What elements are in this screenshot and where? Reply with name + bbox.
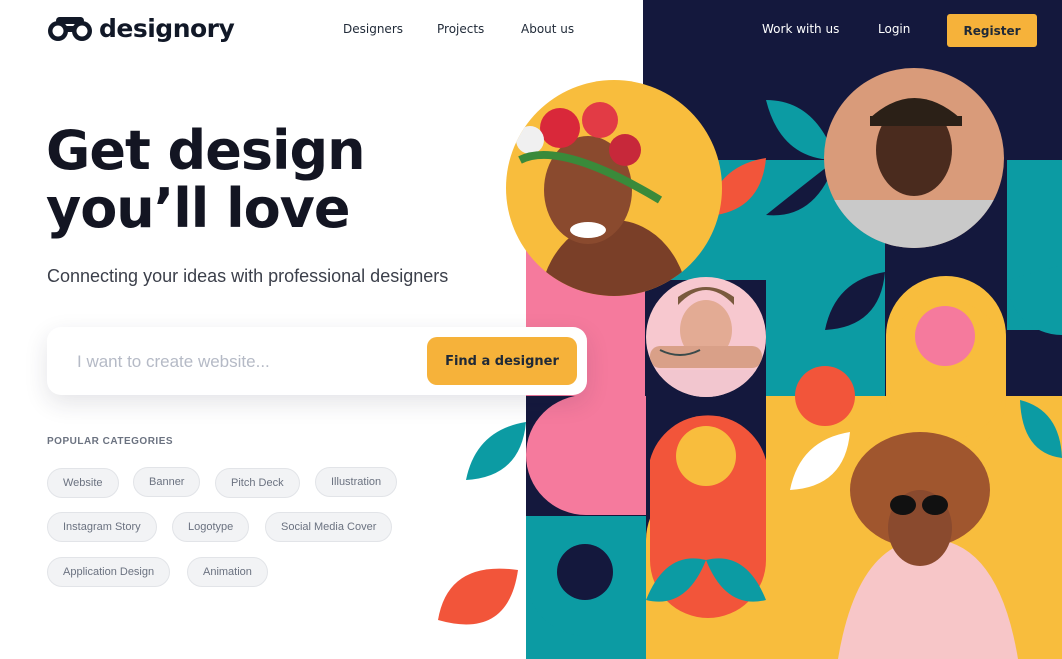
category-chip-instagram-story[interactable]: Instagram Story [47, 512, 157, 542]
category-chip-application-design[interactable]: Application Design [47, 557, 171, 587]
nav-work-with-us[interactable]: Work with us [762, 22, 839, 36]
nav-about-us[interactable]: About us [521, 22, 574, 36]
logo-text: designory [99, 14, 235, 43]
nav-projects[interactable]: Projects [437, 22, 484, 36]
nav-designers[interactable]: Designers [343, 22, 403, 36]
hero-subtitle: Connecting your ideas with professional … [47, 266, 449, 286]
category-chip-animation[interactable]: Animation [187, 557, 268, 587]
category-chip-website[interactable]: Website [47, 468, 119, 498]
find-designer-button[interactable]: Find a designer [427, 337, 577, 385]
search-box: Find a designer [47, 327, 587, 395]
binoculars-icon [48, 16, 92, 41]
category-chip-illustration[interactable]: Illustration [315, 467, 398, 497]
category-chip-pitch-deck[interactable]: Pitch Deck [215, 468, 300, 498]
nav-login[interactable]: Login [878, 22, 910, 36]
logo[interactable]: designory [47, 14, 235, 43]
category-chip-logotype[interactable]: Logotype [172, 512, 250, 542]
category-chip-social-media-cover[interactable]: Social Media Cover [265, 512, 393, 542]
category-chip-banner[interactable]: Banner [133, 467, 201, 497]
site-header: designory Designers Projects About us Wo… [0, 0, 1062, 62]
register-button[interactable]: Register [947, 14, 1037, 47]
popular-categories-title: POPULAR CATEGORIES [47, 436, 174, 447]
search-input[interactable] [75, 345, 419, 379]
